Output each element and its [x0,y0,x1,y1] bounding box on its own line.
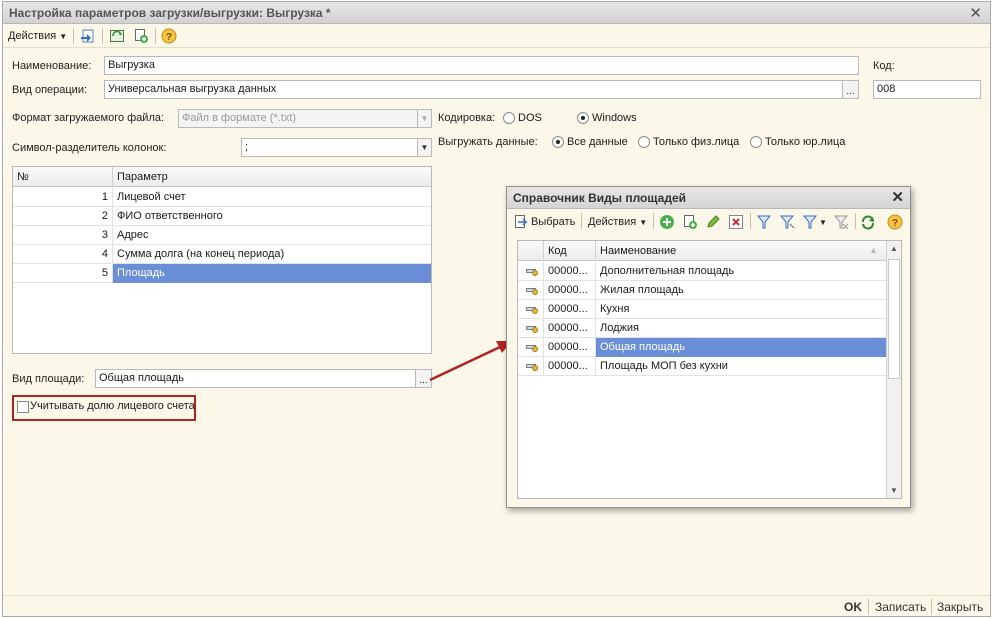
dialog-titlebar: Справочник Виды площадей ✕ [507,187,910,209]
filter-by-value-button[interactable] [779,213,795,231]
scrollbar-thumb[interactable] [888,259,900,379]
refresh-icon [862,215,874,230]
area-types-header: Код Наименование ▲ [518,241,886,261]
catalog-item-icon [526,345,538,352]
add-button[interactable] [659,213,675,231]
catalog-item-icon [526,307,538,314]
toolbar-separator [750,213,751,229]
row-name: Кухня [600,303,630,315]
dialog-title: Справочник Виды площадей [513,191,686,205]
toolbar-separator [855,213,856,229]
row-code: 00000... [544,319,596,338]
list-item[interactable]: 00000... Кухня [518,300,886,319]
list-item[interactable]: 00000... Площадь МОП без кухни [518,357,886,376]
row-name: Жилая площадь [600,284,684,296]
catalog-item-icon [526,326,538,333]
help-icon: ? [887,214,903,230]
filter-history-button[interactable]: ▼ [802,213,827,231]
delete-button[interactable] [728,213,744,231]
catalog-item-icon [526,269,538,276]
edit-button[interactable] [705,213,721,231]
delete-icon [729,215,743,229]
copy-item-button[interactable] [682,213,698,231]
clear-filter-icon [833,215,849,230]
filter-history-icon [802,215,818,229]
row-code: 00000... [544,338,596,357]
row-name: Общая площадь [596,338,886,357]
catalog-item-icon [526,364,538,371]
dialog-toolbar: Выбрать Действия ▼ ▼ ? [507,209,910,235]
area-types-table[interactable]: Код Наименование ▲ 00000... Дополнительна… [517,240,902,499]
dialog-actions-menu-button[interactable]: Действия ▼ [588,213,647,231]
svg-text:?: ? [892,218,898,229]
refresh-button[interactable] [860,213,876,231]
filter-icon [756,215,772,229]
list-item[interactable]: 00000... Жилая площадь [518,281,886,300]
row-icon-cell [518,338,544,357]
chevron-down-icon: ▼ [819,217,827,227]
row-icon-cell [518,262,544,281]
toolbar-separator [653,213,654,229]
row-icon-cell [518,319,544,338]
chevron-down-icon: ▼ [639,217,648,227]
row-name: Лоджия [600,322,639,334]
area-types-dialog: Справочник Виды площадей ✕ Выбрать Дейст… [506,186,911,508]
clear-filter-button[interactable] [833,213,849,231]
column-header-icon [518,241,544,261]
catalog-item-icon [526,288,538,295]
sort-icon[interactable]: ▲ [869,245,878,255]
list-item[interactable]: 00000... Лоджия [518,319,886,338]
select-label: Выбрать [531,216,576,228]
filter-button[interactable] [756,213,772,231]
copy-icon [684,215,697,229]
filter-value-icon [779,215,795,229]
select-icon [515,215,528,228]
row-icon-cell [518,281,544,300]
dialog-actions-label: Действия [588,216,637,228]
row-icon-cell [518,357,544,376]
pencil-icon [707,215,720,228]
toolbar-separator [581,213,582,229]
row-code: 00000... [544,281,596,300]
row-icon-cell [518,300,544,319]
row-code: 00000... [544,357,596,376]
dialog-close-icon[interactable]: ✕ [891,188,904,206]
scroll-up-icon[interactable]: ▲ [890,244,898,253]
row-code: 00000... [544,262,596,281]
scroll-down-icon[interactable]: ▼ [890,486,898,495]
column-header-code[interactable]: Код [544,241,596,261]
row-name: Дополнительная площадь [600,265,735,277]
list-item[interactable]: 00000... Дополнительная площадь [518,262,886,281]
dialog-table-scrollbar[interactable]: ▲ ▼ [886,241,901,498]
column-header-name[interactable]: Наименование [596,241,886,261]
dialog-help-button[interactable]: ? [887,213,903,231]
row-code: 00000... [544,300,596,319]
row-name: Площадь МОП без кухни [600,360,728,372]
list-item[interactable]: 00000... Общая площадь [518,338,886,357]
select-button[interactable]: Выбрать [513,213,575,231]
add-icon [660,215,674,229]
